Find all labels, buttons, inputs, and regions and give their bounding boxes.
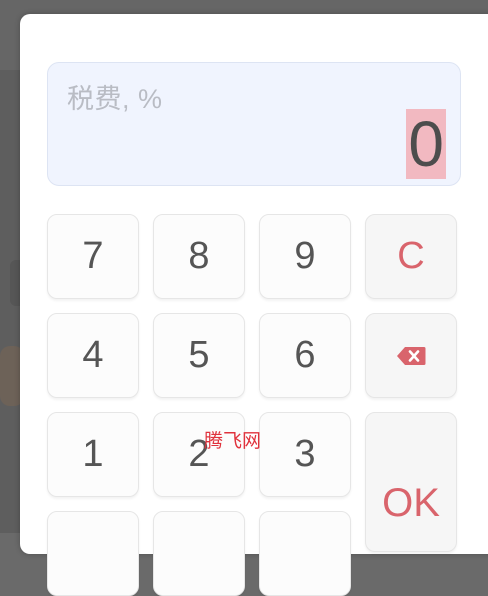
key-1[interactable]: 1 [47, 412, 139, 497]
calculator-dialog: 税费, % 0 7 8 9 C 4 5 6 1 2 3 OK 腾飞网 [20, 14, 488, 554]
key-row4-left[interactable] [47, 511, 139, 596]
key-8[interactable]: 8 [153, 214, 245, 299]
calculator-display: 税费, % 0 [47, 62, 461, 186]
ok-button[interactable]: OK [365, 412, 457, 552]
backspace-icon [396, 346, 426, 366]
key-6[interactable]: 6 [259, 313, 351, 398]
key-5[interactable]: 5 [153, 313, 245, 398]
clear-button[interactable]: C [365, 214, 457, 299]
key-9[interactable]: 9 [259, 214, 351, 299]
key-4[interactable]: 4 [47, 313, 139, 398]
key-2[interactable]: 2 [153, 412, 245, 497]
key-3[interactable]: 3 [259, 412, 351, 497]
key-7[interactable]: 7 [47, 214, 139, 299]
backspace-button[interactable] [365, 313, 457, 398]
display-value: 0 [406, 109, 446, 179]
display-label: 税费, % [67, 77, 163, 116]
key-row4-right[interactable] [259, 511, 351, 596]
key-row4-middle[interactable] [153, 511, 245, 596]
